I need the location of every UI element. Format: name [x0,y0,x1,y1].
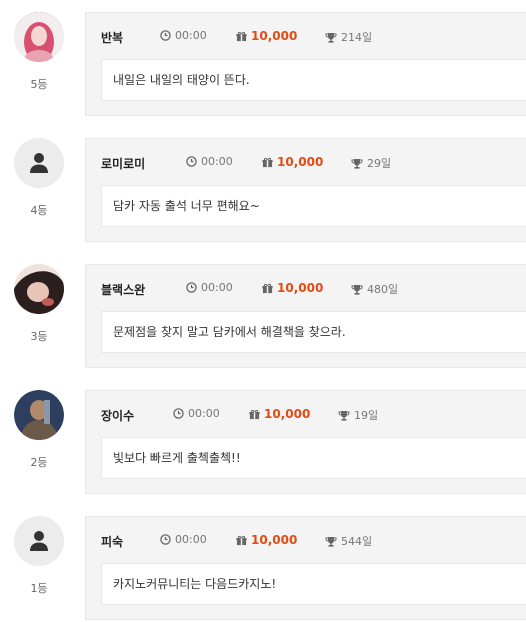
trophy-value: 214일 [341,31,373,44]
trophy-value: 544일 [341,535,373,548]
points-info: 10,000 [262,155,323,169]
gift-icon [262,283,273,293]
time-info: 00:00 [186,155,233,168]
entry-message: 문제점을 찾지 말고 담카에서 해결책을 찾으라. [101,311,526,353]
attendance-entry: 3등 블랙스완 00:00 10,000 480일 문제점을 찾지 말고 담카에… [0,264,526,370]
rank-label: 2등 [30,456,48,469]
avatar-column: 2등 [14,390,64,470]
entry-message: 카지노커뮤니티는 다음드카지노! [101,563,526,605]
clock-icon [160,30,171,41]
trophy-icon [338,410,350,421]
avatar-column: 3등 [14,264,64,344]
entry-message: 빛보다 빠르게 출첵출첵!! [101,437,526,479]
entry-message: 담카 자동 출석 너무 편해요~ [101,185,526,227]
time-info: 00:00 [160,533,207,546]
points-value: 10,000 [264,407,311,421]
avatar[interactable] [14,264,64,314]
time-value: 00:00 [175,29,207,42]
attendance-entry: 2등 장이수 00:00 10,000 19일 빛보다 빠르게 출첵출첵!! [0,390,526,496]
points-value: 10,000 [277,281,324,295]
trophy-info: 214일 [325,29,372,45]
points-info: 10,000 [236,533,297,547]
entry-card: 반복 00:00 10,000 214일 내일은 내일의 태양이 뜬다. [85,12,526,116]
clock-icon [186,156,197,167]
clock-icon [173,408,184,419]
avatar[interactable] [14,390,64,440]
rank-label: 5등 [30,78,48,91]
avatar-column: 1등 [14,516,64,596]
points-value: 10,000 [251,29,298,43]
nickname[interactable]: 블랙스완 [101,281,145,298]
gift-icon [236,535,247,545]
entry-card: 블랙스완 00:00 10,000 480일 문제점을 찾지 말고 담카에서 해… [85,264,526,368]
time-info: 00:00 [173,407,220,420]
points-info: 10,000 [249,407,310,421]
trophy-value: 19일 [354,409,379,422]
avatar-photo [14,390,64,440]
attendance-entry: 5등 반복 00:00 10,000 214일 내일은 내일의 태양이 뜬다. [0,12,526,118]
nickname[interactable]: 피숙 [101,533,123,550]
avatar[interactable] [14,12,64,62]
avatar-column: 4등 [14,138,64,218]
clock-icon [186,282,197,293]
nickname[interactable]: 장이수 [101,407,134,424]
trophy-icon [325,536,337,547]
avatar[interactable] [14,138,64,188]
trophy-info: 480일 [351,281,398,297]
nickname[interactable]: 로미로미 [101,155,145,172]
time-info: 00:00 [186,281,233,294]
attendance-entry: 1등 피숙 00:00 10,000 544일 카지노커뮤니티는 다음드카지노! [0,516,526,622]
trophy-info: 544일 [325,533,372,549]
points-value: 10,000 [277,155,324,169]
time-value: 00:00 [188,407,220,420]
user-icon [30,531,48,551]
points-info: 10,000 [262,281,323,295]
gift-icon [262,157,273,167]
points-value: 10,000 [251,533,298,547]
trophy-icon [351,284,363,295]
time-info: 00:00 [160,29,207,42]
avatar[interactable] [14,516,64,566]
time-value: 00:00 [201,155,233,168]
attendance-entry: 4등 로미로미 00:00 10,000 29일 담카 자동 출석 너무 편해요… [0,138,526,244]
gift-icon [249,409,260,419]
rank-label: 3등 [30,330,48,343]
entry-card: 피숙 00:00 10,000 544일 카지노커뮤니티는 다음드카지노! [85,516,526,620]
time-value: 00:00 [201,281,233,294]
trophy-info: 19일 [338,407,378,423]
nickname[interactable]: 반복 [101,29,123,46]
trophy-value: 29일 [367,157,392,170]
trophy-icon [325,32,337,43]
user-icon [30,153,48,173]
time-value: 00:00 [175,533,207,546]
rank-label: 4등 [30,204,48,217]
trophy-info: 29일 [351,155,391,171]
points-info: 10,000 [236,29,297,43]
entry-message: 내일은 내일의 태양이 뜬다. [101,59,526,101]
trophy-icon [351,158,363,169]
entry-card: 장이수 00:00 10,000 19일 빛보다 빠르게 출첵출첵!! [85,390,526,494]
entry-card: 로미로미 00:00 10,000 29일 담카 자동 출석 너무 편해요~ [85,138,526,242]
rank-label: 1등 [30,582,48,595]
trophy-value: 480일 [367,283,399,296]
clock-icon [160,534,171,545]
avatar-photo [14,264,64,314]
avatar-photo [14,12,64,62]
avatar-column: 5등 [14,12,64,92]
gift-icon [236,31,247,41]
